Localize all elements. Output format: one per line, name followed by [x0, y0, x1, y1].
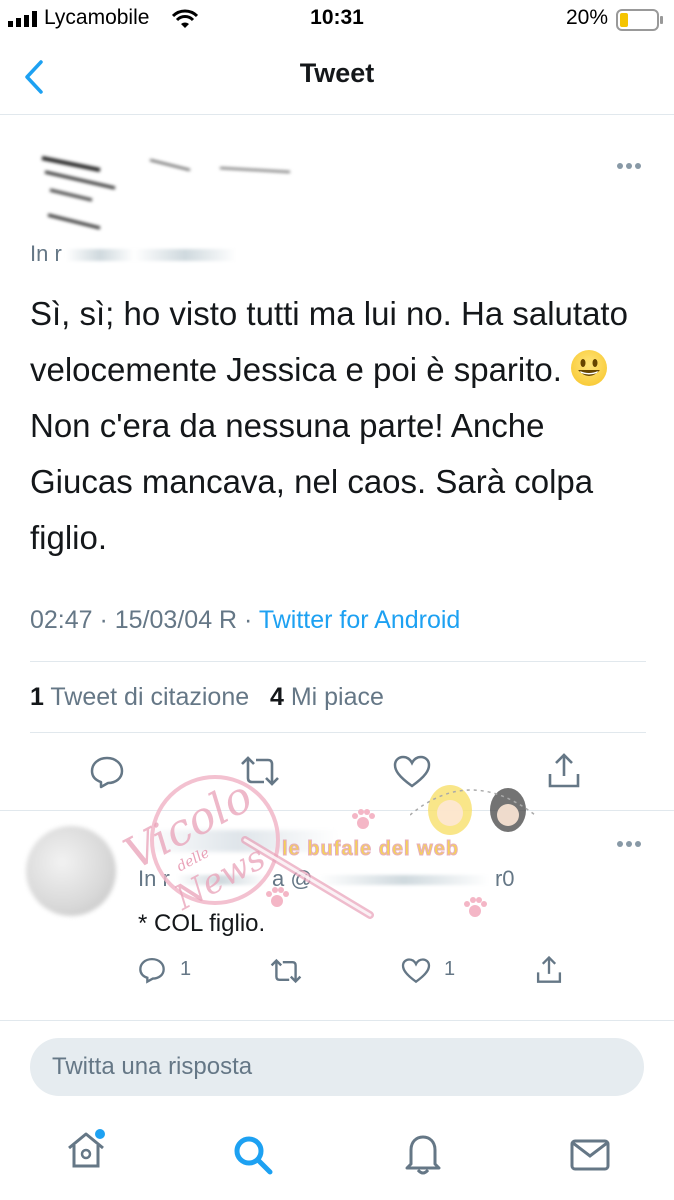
reply-to-indicator[interactable]: In r — [30, 241, 236, 269]
status-bar: Lycamobile 10:31 20% — [0, 0, 674, 40]
reply-author-avatar[interactable] — [26, 826, 116, 916]
grinning-face-emoji-icon — [571, 350, 608, 386]
reply-count: 1 — [180, 958, 192, 980]
tweet-source-link[interactable]: Twitter for Android — [259, 606, 460, 634]
tweet-text: Sì, sì; ho visto tutti ma lui no. Ha sal… — [30, 286, 640, 566]
divider — [30, 732, 646, 733]
quote-tweets-count: 1 — [30, 683, 44, 711]
search-icon[interactable] — [232, 1134, 274, 1176]
like-heart-icon[interactable] — [401, 958, 431, 984]
watermark-paw-icon — [464, 897, 487, 917]
watermark-paw-icon — [352, 809, 375, 829]
more-options-icon[interactable] — [616, 162, 642, 170]
tweet-stats: 1 Tweet di citazione 4 Mi piace — [30, 683, 384, 712]
watermark-characters-icon — [410, 785, 536, 835]
battery-percentage: 20% — [566, 6, 609, 29]
home-icon[interactable] — [64, 1128, 108, 1172]
reply-to-suffix: r0 — [494, 866, 515, 891]
tab-bar — [0, 1110, 674, 1200]
reply-to-label: In r — [30, 241, 62, 266]
reply-compose-placeholder: Twitta una risposta — [52, 1053, 253, 1080]
tweet-text-part2: Non c'era da nessuna parte! Anche Giucas… — [30, 407, 594, 556]
like-count: 1 — [444, 958, 456, 980]
retweet-icon[interactable] — [270, 957, 302, 985]
battery-icon — [616, 9, 663, 31]
redacted-handle — [65, 249, 236, 262]
tweet-author-redacted[interactable] — [30, 140, 330, 230]
share-icon[interactable] — [546, 752, 582, 790]
tweet-text-part1: Sì, sì; ho visto tutti ma lui no. Ha sal… — [30, 295, 628, 388]
navigation-bar: Tweet — [0, 40, 674, 115]
tweet-timestamp: 02:47 · 15/03/04 R · Twitter for Android — [30, 606, 460, 635]
notifications-icon[interactable] — [403, 1132, 443, 1176]
messages-icon[interactable] — [570, 1138, 610, 1172]
more-options-icon[interactable] — [616, 840, 642, 848]
reply-compose-input[interactable]: Twitta una risposta — [30, 1038, 644, 1096]
likes-label: Mi piace — [290, 683, 384, 711]
watermark-paw-icon — [266, 887, 289, 907]
divider — [30, 661, 646, 662]
likes-stat[interactable]: 4 Mi piace — [270, 683, 384, 711]
reply-icon[interactable] — [138, 956, 166, 984]
reply-icon[interactable] — [89, 754, 125, 790]
quote-tweets-stat[interactable]: 1 Tweet di citazione — [30, 683, 249, 711]
likes-count: 4 — [269, 683, 284, 711]
share-icon[interactable] — [535, 955, 563, 985]
redacted-author-scribble — [41, 156, 291, 230]
divider — [0, 1020, 674, 1021]
page-title: Tweet — [299, 58, 375, 88]
quote-tweets-label: Tweet di citazione — [50, 683, 250, 711]
divider — [0, 810, 674, 811]
tweet-time: 02:47 · 15/03/04 R · — [30, 606, 259, 634]
